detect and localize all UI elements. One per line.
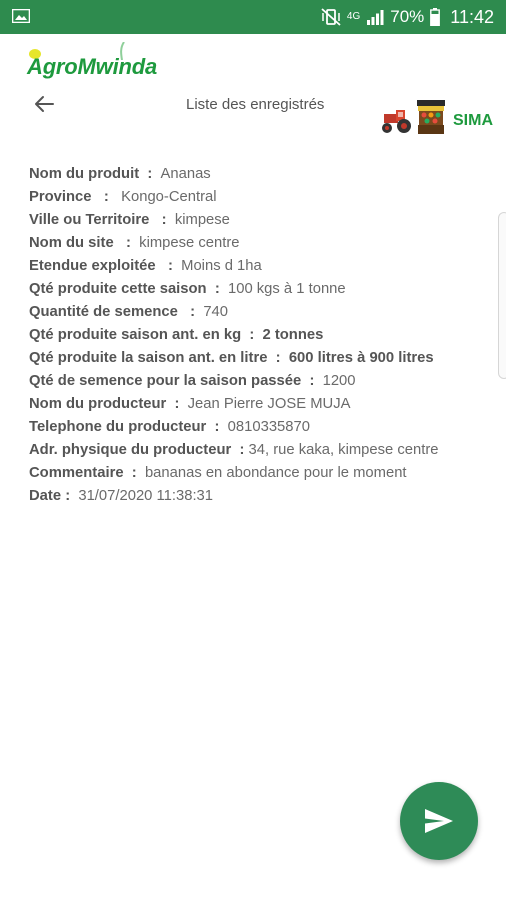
detail-label: Qté produite la saison ant. en litre — [29, 350, 268, 366]
detail-value: Jean Pierre JOSE MUJA — [187, 396, 351, 412]
page-title: Liste des enregistrés — [186, 96, 325, 113]
detail-row: Quantité de semence : 740 — [29, 301, 499, 324]
detail-row: Nom du produit : Ananas — [29, 163, 499, 186]
detail-value: 1200 — [322, 373, 356, 389]
detail-separator: : — [123, 465, 145, 481]
detail-value: 2 tonnes — [262, 327, 324, 343]
detail-value: Ananas — [160, 166, 211, 182]
detail-row: Nom du producteur : Jean Pierre JOSE MUJ… — [29, 393, 499, 416]
record-details: Nom du produit : Ananas Province : Kongo-… — [29, 163, 499, 508]
tractor-icon — [382, 110, 411, 133]
app-logo: AgroMwinda — [27, 54, 157, 79]
detail-value: 600 litres à 900 litres — [288, 350, 434, 366]
edge-panel-handle[interactable] — [498, 212, 506, 379]
detail-label: Province — [29, 189, 92, 205]
detail-value: Moins d 1ha — [181, 258, 262, 274]
detail-separator: : — [149, 212, 175, 228]
detail-separator: : — [231, 442, 249, 458]
detail-label: Nom du producteur — [29, 396, 167, 412]
detail-row: Qté produite cette saison : 100 kgs à 1 … — [29, 278, 499, 301]
detail-row: Commentaire : bananas en abondance pour … — [29, 462, 499, 485]
image-icon — [12, 9, 30, 23]
network-type: 4G — [346, 11, 361, 22]
detail-row: Qté produite la saison ant. en litre : 6… — [29, 347, 499, 370]
detail-value: 31/07/2020 11:38:31 — [78, 488, 214, 504]
detail-row: Ville ou Territoire : kimpese — [29, 209, 499, 232]
detail-row: Nom du site : kimpese centre — [29, 232, 499, 255]
detail-separator: : — [61, 488, 79, 504]
clock: 11:42 — [450, 6, 494, 27]
detail-label: Nom du site — [29, 235, 114, 251]
detail-label: Qté de semence pour la saison passée — [29, 373, 302, 389]
partner-logo: SIMA — [378, 100, 500, 136]
detail-separator: : — [301, 373, 323, 389]
detail-label: Etendue exploitée — [29, 258, 156, 274]
market-stall-icon — [417, 100, 445, 134]
detail-value: 740 — [203, 304, 229, 320]
detail-value: 34, rue kaka, kimpese centre — [248, 442, 439, 458]
detail-separator: : — [155, 258, 182, 274]
send-icon — [425, 809, 453, 833]
detail-label: Ville ou Territoire — [29, 212, 150, 228]
detail-row: Etendue exploitée : Moins d 1ha — [29, 255, 499, 278]
detail-separator: : — [166, 396, 188, 412]
detail-value: Kongo-Central — [121, 189, 217, 205]
detail-separator: : — [267, 350, 289, 366]
battery-percent: 70% — [390, 7, 425, 26]
vibrate-mute-icon — [321, 8, 341, 26]
detail-row: Qté produite saison ant. en kg : 2 tonne… — [29, 324, 499, 347]
detail-value: kimpese — [174, 212, 230, 228]
detail-value: bananas en abondance pour le moment — [144, 465, 407, 481]
detail-row: Adr. physique du producteur : 34, rue ka… — [29, 439, 499, 462]
detail-separator: : — [177, 304, 204, 320]
detail-row: Province : Kongo-Central — [29, 186, 499, 209]
detail-label: Nom du produit — [29, 166, 140, 182]
detail-separator: : — [113, 235, 140, 251]
partner-logo-text: SIMA — [453, 112, 493, 129]
detail-row: Qté de semence pour la saison passée : 1… — [29, 370, 499, 393]
detail-label: Telephone du producteur — [29, 419, 207, 435]
detail-label: Quantité de semence — [29, 304, 178, 320]
detail-separator: : — [206, 419, 228, 435]
send-button[interactable] — [400, 782, 478, 860]
detail-row: Telephone du producteur : 0810335870 — [29, 416, 499, 439]
detail-label: Date — [29, 488, 62, 504]
detail-separator: : — [206, 281, 228, 297]
detail-label: Qté produite saison ant. en kg — [29, 327, 242, 343]
detail-separator: : — [241, 327, 263, 343]
battery-icon — [430, 8, 441, 26]
detail-value: 0810335870 — [227, 419, 310, 435]
detail-label: Adr. physique du producteur — [29, 442, 232, 458]
detail-separator: : — [91, 189, 122, 205]
detail-label: Commentaire — [29, 465, 124, 481]
status-bar: 4G 70% 11:42 — [0, 0, 506, 34]
detail-value: 100 kgs à 1 tonne — [227, 281, 346, 297]
detail-row: Date : 31/07/2020 11:38:31 — [29, 485, 499, 508]
signal-icon — [367, 10, 384, 25]
detail-value: kimpese centre — [139, 235, 240, 251]
detail-label: Qté produite cette saison — [29, 281, 207, 297]
detail-separator: : — [139, 166, 161, 182]
arrow-back-icon[interactable] — [32, 92, 56, 116]
